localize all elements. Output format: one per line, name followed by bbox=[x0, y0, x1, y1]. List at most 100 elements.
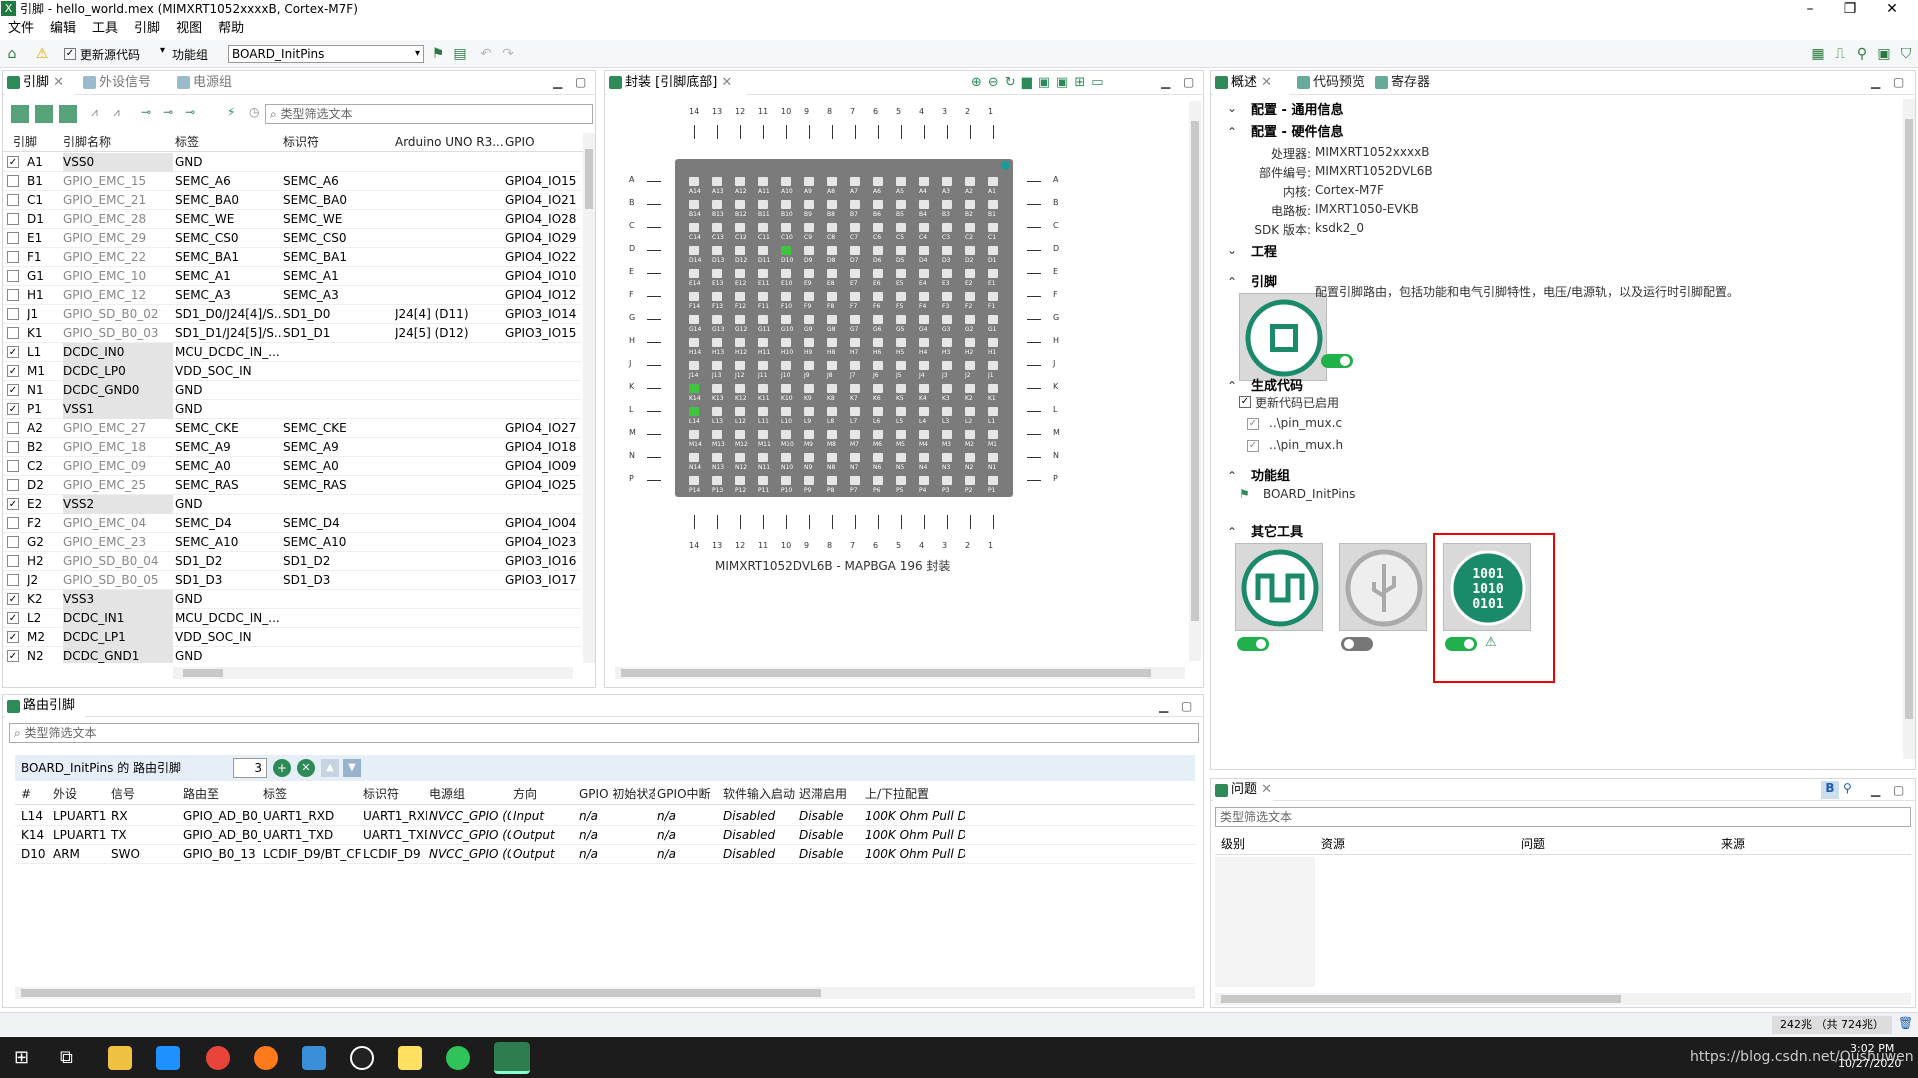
menu-pins[interactable]: 引脚 bbox=[134, 21, 160, 36]
move-down-icon[interactable]: ▼ bbox=[343, 759, 361, 777]
routing-cell[interactable]: 100K Ohm Pull Down bbox=[865, 826, 965, 845]
pin-pad[interactable] bbox=[689, 200, 699, 209]
overview-vscrollbar[interactable] bbox=[1903, 99, 1915, 759]
pin-checkbox[interactable] bbox=[7, 289, 19, 301]
package-vscrollbar[interactable] bbox=[1189, 101, 1201, 661]
table-row[interactable]: ✓ L1 DCDC_IN0 MCU_DCDC_IN_... bbox=[3, 343, 581, 362]
pin-pad[interactable] bbox=[712, 223, 722, 232]
pin-pad[interactable] bbox=[735, 338, 745, 347]
pins-hscrollbar[interactable] bbox=[173, 667, 573, 679]
routing-cell[interactable]: NVCC_GPIO (0V) bbox=[429, 845, 511, 864]
pins-vscrollbar[interactable] bbox=[583, 133, 595, 663]
pin-pad[interactable] bbox=[850, 476, 860, 485]
routing-cell[interactable]: n/a bbox=[579, 826, 655, 845]
table-row[interactable]: B1 GPIO_EMC_15 SEMC_A6 SEMC_A6 GPIO4_IO15 bbox=[3, 172, 581, 191]
pin-checkbox[interactable] bbox=[7, 327, 19, 339]
pin-pad[interactable] bbox=[919, 315, 929, 324]
pin-pad[interactable] bbox=[850, 223, 860, 232]
pin-pad[interactable] bbox=[873, 453, 883, 462]
file-checkbox[interactable]: ✓ bbox=[1247, 418, 1259, 430]
pin-checkbox[interactable] bbox=[7, 517, 19, 529]
pin-pad[interactable] bbox=[804, 177, 814, 186]
table-row[interactable]: ✓ A1 VSS0 GND bbox=[3, 153, 581, 172]
pin-pad[interactable] bbox=[689, 292, 699, 301]
pin-pad[interactable] bbox=[712, 315, 722, 324]
pin-pad[interactable] bbox=[873, 315, 883, 324]
pin-pad[interactable] bbox=[735, 246, 745, 255]
pin-pad[interactable] bbox=[689, 430, 699, 439]
table-row[interactable]: H1 GPIO_EMC_12 SEMC_A3 SEMC_A3 GPIO4_IO12 bbox=[3, 286, 581, 305]
tab-peripheral-signals[interactable]: 外设信号 bbox=[81, 71, 171, 95]
minimize-icon[interactable]: ▁ bbox=[1161, 75, 1170, 89]
pin-pad[interactable] bbox=[735, 384, 745, 393]
routing-cell[interactable]: GPIO_AD_B0_12 bbox=[183, 826, 261, 845]
table-row[interactable]: C2 GPIO_EMC_09 SEMC_A0 SEMC_A0 GPIO4_IO09 bbox=[3, 457, 581, 476]
wave-icon-2[interactable]: ⩘ bbox=[113, 105, 120, 120]
col-arduino[interactable]: Arduino UNO R3... bbox=[395, 133, 505, 152]
pin-pad[interactable] bbox=[896, 269, 906, 278]
maximize-icon[interactable]: ▢ bbox=[575, 75, 586, 89]
routing-col[interactable]: 标签 bbox=[263, 783, 361, 805]
pin-pad[interactable] bbox=[689, 384, 699, 393]
problems-filter-input[interactable]: 类型筛选文本 bbox=[1215, 807, 1911, 827]
update-code-enabled-checkbox[interactable]: ✓ bbox=[1239, 396, 1251, 408]
pin-pad[interactable] bbox=[781, 292, 791, 301]
file-explorer-icon[interactable] bbox=[108, 1046, 132, 1070]
pin-pad[interactable] bbox=[942, 430, 952, 439]
pin-pad[interactable] bbox=[758, 292, 768, 301]
pin-pad[interactable] bbox=[850, 246, 860, 255]
pin-pad[interactable] bbox=[827, 200, 837, 209]
zoom-in-icon[interactable]: ⊕ bbox=[971, 75, 988, 90]
pin-pad[interactable] bbox=[850, 338, 860, 347]
pin-pad[interactable] bbox=[804, 361, 814, 370]
pin-pad[interactable] bbox=[804, 384, 814, 393]
filter-icon-2[interactable] bbox=[35, 105, 53, 123]
routing-col[interactable]: 方向 bbox=[513, 783, 577, 805]
pin-pad[interactable] bbox=[735, 407, 745, 416]
pin-pad[interactable] bbox=[988, 338, 998, 347]
dropdown-arrow-icon[interactable]: ▾ bbox=[160, 45, 165, 56]
scroll-thumb[interactable] bbox=[1905, 119, 1913, 719]
pin-pad[interactable] bbox=[942, 177, 952, 186]
pin-pad[interactable] bbox=[965, 338, 975, 347]
pin-pad[interactable] bbox=[965, 177, 975, 186]
col-resource[interactable]: 资源 bbox=[1321, 833, 1345, 855]
table-row[interactable]: K1 GPIO_SD_B0_03 SD1_D1/J24[5]/S... SD1_D1 J… bbox=[3, 324, 581, 343]
pin-checkbox[interactable]: ✓ bbox=[7, 650, 19, 662]
pin-pad[interactable] bbox=[965, 407, 975, 416]
pin-pad[interactable] bbox=[827, 361, 837, 370]
chevron-up-icon[interactable]: ⌃ bbox=[1227, 379, 1237, 393]
table-row[interactable]: D1 GPIO_EMC_28 SEMC_WE SEMC_WE GPIO4_IO28 bbox=[3, 210, 581, 229]
routing-cell[interactable]: UART1_RXD bbox=[263, 807, 361, 826]
pin-pad[interactable] bbox=[735, 315, 745, 324]
pin-pad[interactable] bbox=[758, 338, 768, 347]
pin-pad[interactable] bbox=[850, 177, 860, 186]
maximize-icon[interactable]: ▢ bbox=[1893, 783, 1904, 797]
pin-checkbox[interactable] bbox=[7, 308, 19, 320]
pin-pad[interactable] bbox=[896, 223, 906, 232]
pin-pad[interactable] bbox=[988, 315, 998, 324]
display-icon[interactable]: ▭ bbox=[1091, 75, 1109, 90]
maximize-icon[interactable]: ▢ bbox=[1183, 75, 1194, 89]
pin-pad[interactable] bbox=[919, 430, 929, 439]
maximize-button[interactable]: ❐ bbox=[1830, 0, 1870, 18]
pin-pad[interactable] bbox=[827, 246, 837, 255]
pin-checkbox[interactable] bbox=[7, 441, 19, 453]
minimize-icon[interactable]: ▁ bbox=[1159, 699, 1168, 713]
routing-cell[interactable]: LCDIF_D9/BT_CFG[9] bbox=[263, 845, 361, 864]
menu-help[interactable]: 帮助 bbox=[218, 21, 244, 36]
table-row[interactable]: ✓ N1 DCDC_GND0 GND bbox=[3, 381, 581, 400]
pin-pad[interactable] bbox=[919, 361, 929, 370]
pin-pad[interactable] bbox=[712, 269, 722, 278]
col-pin-name[interactable]: 引脚名称 bbox=[63, 133, 111, 152]
pin-pad[interactable] bbox=[896, 338, 906, 347]
routing-row[interactable]: K14LPUART1TXGPIO_AD_B0_12UART1_TXDUART1_… bbox=[15, 826, 1195, 845]
peripherals-tool-toggle[interactable] bbox=[1445, 637, 1477, 651]
section-general-info[interactable]: 配置 - 通用信息 bbox=[1251, 99, 1343, 118]
pin-pad[interactable] bbox=[689, 269, 699, 278]
pin-pad[interactable] bbox=[942, 200, 952, 209]
pin-pad[interactable] bbox=[873, 246, 883, 255]
pin-pad[interactable] bbox=[804, 407, 814, 416]
pin-pad[interactable] bbox=[781, 315, 791, 324]
pin-pad[interactable] bbox=[827, 177, 837, 186]
